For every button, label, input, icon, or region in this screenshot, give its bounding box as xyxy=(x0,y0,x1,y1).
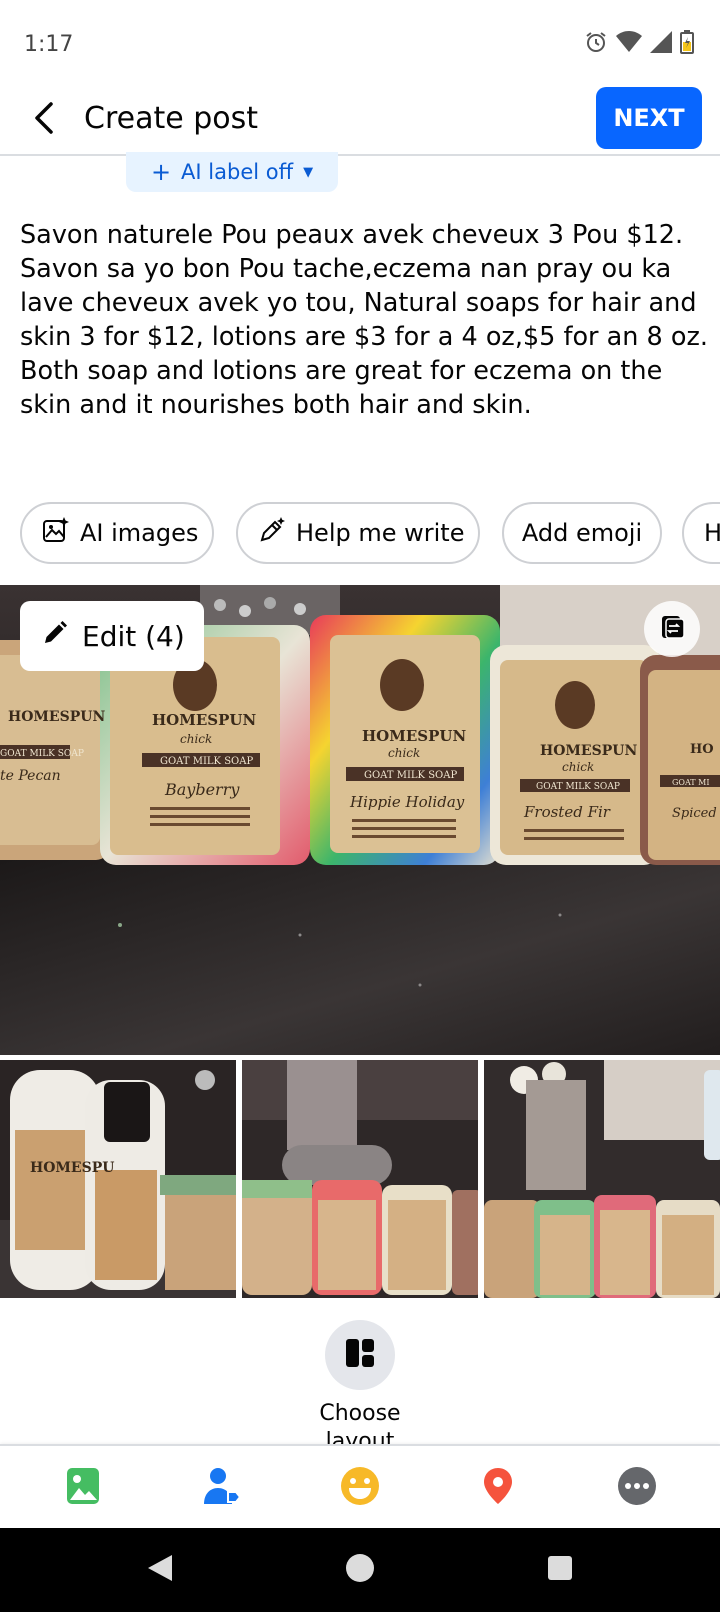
soap-scent: Spiced xyxy=(672,806,717,821)
next-button[interactable]: NEXT xyxy=(596,87,702,149)
chip-ai-images[interactable]: AI images xyxy=(20,502,214,564)
swap-media-button[interactable] xyxy=(644,601,700,657)
more-options-button[interactable] xyxy=(613,1464,661,1512)
chip-label: H xyxy=(704,519,720,547)
soap-brand: HO xyxy=(690,742,714,757)
thumbnail-photo-2[interactable] xyxy=(242,1060,478,1298)
pencil-sparkle-icon xyxy=(258,516,286,550)
feeling-activity-button[interactable] xyxy=(336,1464,384,1512)
ai-label-toggle[interactable]: + AI label off ▼ xyxy=(126,152,338,192)
edit-photos-label: Edit (4) xyxy=(82,619,185,653)
status-icons xyxy=(584,30,694,54)
lotion-bottles-photo: HOMESPU xyxy=(0,1060,236,1298)
soap-brand: HOMESPUN xyxy=(362,727,466,745)
soap-brand: HOMESPUN xyxy=(8,709,105,725)
back-triangle-icon xyxy=(146,1553,174,1588)
alarm-icon xyxy=(584,30,608,54)
suggestion-chips: AI images Help me write Add emoji H xyxy=(20,502,720,566)
battery-charging-icon xyxy=(680,30,694,54)
svg-text:HOMESPU: HOMESPU xyxy=(30,1160,114,1176)
wifi-icon xyxy=(616,31,642,53)
post-toolbar xyxy=(0,1444,720,1528)
main-photo[interactable]: HOMESPUN GOAT MILK SOAP te Pecan HOMESPU… xyxy=(0,585,720,1055)
layout-grid-icon xyxy=(344,1337,376,1374)
more-icon xyxy=(617,1466,657,1511)
soap-sub: chick xyxy=(180,732,212,746)
status-time: 1:17 xyxy=(24,32,74,57)
status-bar: 1:17 xyxy=(0,0,720,90)
caret-down-icon: ▼ xyxy=(303,164,314,180)
system-nav-bar xyxy=(0,1528,720,1612)
tag-people-button[interactable] xyxy=(198,1464,246,1512)
soap-scent: Hippie Holiday xyxy=(349,793,465,811)
soap-table-photo xyxy=(484,1060,720,1298)
feeling-icon xyxy=(340,1466,380,1511)
check-in-button[interactable] xyxy=(474,1464,522,1512)
soap-scent: te Pecan xyxy=(0,768,61,784)
soap-type: GOAT MILK SOAP xyxy=(0,749,84,759)
soap-type: GOAT MILK SOAP xyxy=(364,770,457,781)
chip-label: AI images xyxy=(80,519,199,547)
back-arrow-icon xyxy=(33,101,55,140)
location-icon xyxy=(481,1466,515,1511)
thumbnail-photo-3[interactable] xyxy=(484,1060,720,1298)
chip-add-emoji[interactable]: Add emoji xyxy=(502,502,662,564)
soap-scent: Bayberry xyxy=(164,780,240,799)
post-text-area[interactable]: Savon naturele Pou peaux avek cheveux 3 … xyxy=(20,218,710,422)
pencil-icon xyxy=(42,620,68,653)
soap-type: GOAT MILK SOAP xyxy=(536,782,620,792)
swap-media-icon xyxy=(658,613,686,646)
edit-photos-button[interactable]: Edit (4) xyxy=(20,601,204,671)
soap-type: GOAT MI xyxy=(672,778,710,787)
choose-layout-label: Choose layout xyxy=(319,1401,401,1446)
soap-type: GOAT MILK SOAP xyxy=(160,756,253,767)
tag-people-icon xyxy=(202,1466,242,1511)
soap-sub: chick xyxy=(562,760,594,774)
chip-label: Add emoji xyxy=(521,519,643,547)
home-circle-icon xyxy=(345,1553,375,1588)
chip-more[interactable]: H xyxy=(682,502,720,564)
chip-label: Help me write xyxy=(296,519,465,547)
nav-recents-button[interactable] xyxy=(540,1550,580,1590)
chip-help-me-write[interactable]: Help me write xyxy=(236,502,480,564)
ai-image-icon xyxy=(42,516,70,550)
add-photo-button[interactable] xyxy=(59,1464,107,1512)
back-button[interactable] xyxy=(22,98,66,142)
photo-icon xyxy=(65,1466,101,1511)
thumbnail-photo-1[interactable]: HOMESPU xyxy=(0,1060,236,1298)
nav-home-button[interactable] xyxy=(340,1550,380,1590)
plus-icon: + xyxy=(150,158,172,186)
app-bar: Create post NEXT xyxy=(0,84,720,156)
soap-brand: HOMESPUN xyxy=(540,743,637,759)
choose-layout-button[interactable] xyxy=(325,1320,395,1390)
soap-brand: HOMESPUN xyxy=(152,711,256,729)
signal-icon xyxy=(650,31,672,53)
page-title: Create post xyxy=(84,101,259,136)
nav-back-button[interactable] xyxy=(140,1550,180,1590)
recents-square-icon xyxy=(547,1555,573,1586)
soap-scent: Frosted Fir xyxy=(523,803,611,821)
soap-display-photo xyxy=(242,1060,478,1298)
soap-sub: chick xyxy=(388,746,420,760)
ai-label-text: AI label off xyxy=(181,160,294,184)
